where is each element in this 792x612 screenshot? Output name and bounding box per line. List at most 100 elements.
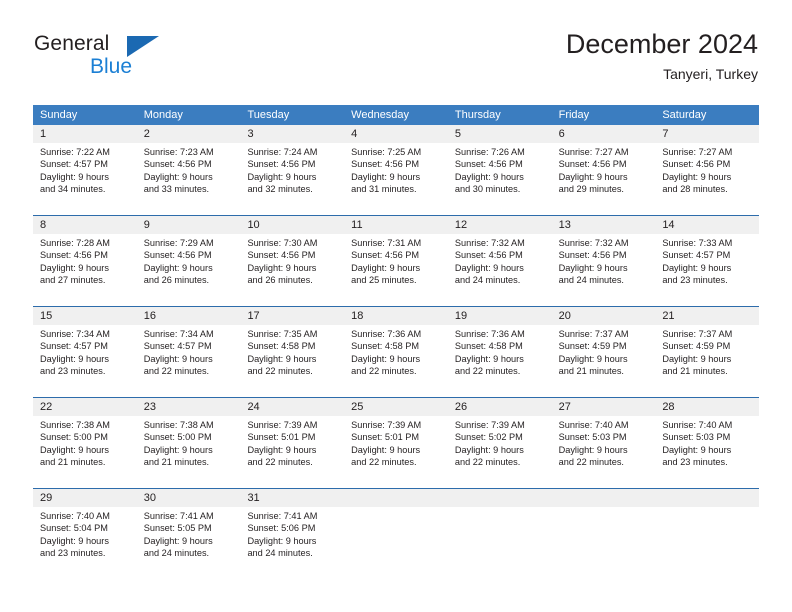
day-info: Sunrise: 7:24 AM Sunset: 4:56 PM Dayligh… xyxy=(240,143,344,196)
daylight-text-line2: and 24 minutes. xyxy=(143,548,210,559)
day-number: 28 xyxy=(655,398,760,416)
sunset-text: Sunset: 5:02 PM xyxy=(454,432,523,443)
sunset-text: Sunset: 5:00 PM xyxy=(143,432,212,443)
daylight-text-line1: Daylight: 9 hours xyxy=(247,353,317,364)
day-cell-empty xyxy=(551,489,656,579)
general-blue-logo[interactable]: General Blue xyxy=(34,32,214,80)
sunrise-text: Sunrise: 7:24 AM xyxy=(247,147,318,157)
daylight-text-line2: and 31 minutes. xyxy=(351,184,417,195)
sunrise-text: Sunrise: 7:40 AM xyxy=(558,420,629,430)
sunset-text: Sunset: 5:03 PM xyxy=(662,432,731,443)
daylight-text-line1: Daylight: 9 hours xyxy=(40,444,109,455)
daylight-text-line2: and 22 minutes. xyxy=(247,366,313,377)
daylight-text-line1: Daylight: 9 hours xyxy=(143,535,213,546)
day-cell[interactable]: 1 Sunrise: 7:22 AM Sunset: 4:57 PM Dayli… xyxy=(33,125,137,215)
sunrise-text: Sunrise: 7:27 AM xyxy=(558,147,629,157)
daylight-text-line1: Daylight: 9 hours xyxy=(351,444,421,455)
day-number: 6 xyxy=(551,125,656,143)
day-cell[interactable]: 7 Sunrise: 7:27 AM Sunset: 4:56 PM Dayli… xyxy=(655,125,760,215)
day-cell[interactable]: 22 Sunrise: 7:38 AM Sunset: 5:00 PM Dayl… xyxy=(33,398,137,488)
day-cell[interactable]: 19 Sunrise: 7:36 AM Sunset: 4:58 PM Dayl… xyxy=(447,307,552,397)
week-row: 29 Sunrise: 7:40 AM Sunset: 5:04 PM Dayl… xyxy=(33,488,760,579)
day-number: 24 xyxy=(240,398,345,416)
day-cell[interactable]: 2 Sunrise: 7:23 AM Sunset: 4:56 PM Dayli… xyxy=(136,125,241,215)
daylight-text-line2: and 23 minutes. xyxy=(662,457,728,468)
day-cell[interactable]: 28 Sunrise: 7:40 AM Sunset: 5:03 PM Dayl… xyxy=(655,398,760,488)
day-number xyxy=(655,489,760,507)
day-info: Sunrise: 7:26 AM Sunset: 4:56 PM Dayligh… xyxy=(448,143,552,196)
day-cell[interactable]: 11 Sunrise: 7:31 AM Sunset: 4:56 PM Dayl… xyxy=(344,216,448,306)
day-cell[interactable]: 26 Sunrise: 7:39 AM Sunset: 5:02 PM Dayl… xyxy=(447,398,552,488)
day-cell[interactable]: 17 Sunrise: 7:35 AM Sunset: 4:58 PM Dayl… xyxy=(240,307,345,397)
sunrise-text: Sunrise: 7:32 AM xyxy=(558,238,629,248)
day-cell[interactable]: 3 Sunrise: 7:24 AM Sunset: 4:56 PM Dayli… xyxy=(240,125,345,215)
daylight-text-line2: and 22 minutes. xyxy=(454,366,521,377)
day-info: Sunrise: 7:41 AM Sunset: 5:05 PM Dayligh… xyxy=(137,507,241,560)
day-cell[interactable]: 6 Sunrise: 7:27 AM Sunset: 4:56 PM Dayli… xyxy=(551,125,656,215)
daylight-text-line1: Daylight: 9 hours xyxy=(351,262,421,273)
daylight-text-line1: Daylight: 9 hours xyxy=(454,262,524,273)
day-cell[interactable]: 30 Sunrise: 7:41 AM Sunset: 5:05 PM Dayl… xyxy=(136,489,241,579)
day-cell[interactable]: 18 Sunrise: 7:36 AM Sunset: 4:58 PM Dayl… xyxy=(344,307,448,397)
day-cell[interactable]: 12 Sunrise: 7:32 AM Sunset: 4:56 PM Dayl… xyxy=(447,216,552,306)
day-info: Sunrise: 7:37 AM Sunset: 4:59 PM Dayligh… xyxy=(552,325,656,378)
weekday-tuesday: Tuesday xyxy=(247,109,290,121)
day-cell[interactable]: 25 Sunrise: 7:39 AM Sunset: 5:01 PM Dayl… xyxy=(344,398,448,488)
daylight-text-line2: and 21 minutes. xyxy=(662,366,728,377)
day-number: 13 xyxy=(551,216,656,234)
day-cell[interactable]: 5 Sunrise: 7:26 AM Sunset: 4:56 PM Dayli… xyxy=(447,125,552,215)
daylight-text-line1: Daylight: 9 hours xyxy=(351,353,421,364)
day-number: 25 xyxy=(344,398,448,416)
day-cell[interactable]: 13 Sunrise: 7:32 AM Sunset: 4:56 PM Dayl… xyxy=(551,216,656,306)
sunrise-text: Sunrise: 7:38 AM xyxy=(40,420,110,430)
title-block: December 2024 Tanyeri, Turkey xyxy=(566,28,758,84)
day-cell[interactable]: 31 Sunrise: 7:41 AM Sunset: 5:06 PM Dayl… xyxy=(240,489,345,579)
weekday-header-row: Sunday Monday Tuesday Wednesday Thursday… xyxy=(33,105,759,125)
day-number: 30 xyxy=(136,489,241,507)
sunrise-text: Sunrise: 7:39 AM xyxy=(247,420,318,430)
weekday-thursday: Thursday xyxy=(454,109,501,121)
daylight-text-line2: and 26 minutes. xyxy=(247,275,313,286)
sunset-text: Sunset: 4:58 PM xyxy=(454,341,523,352)
day-cell[interactable]: 24 Sunrise: 7:39 AM Sunset: 5:01 PM Dayl… xyxy=(240,398,345,488)
day-info: Sunrise: 7:28 AM Sunset: 4:56 PM Dayligh… xyxy=(33,234,137,287)
daylight-text-line2: and 34 minutes. xyxy=(40,184,106,195)
day-cell[interactable]: 16 Sunrise: 7:34 AM Sunset: 4:57 PM Dayl… xyxy=(136,307,241,397)
day-number: 15 xyxy=(33,307,137,325)
daylight-text-line1: Daylight: 9 hours xyxy=(247,444,317,455)
calendar-grid: Sunday Monday Tuesday Wednesday Thursday… xyxy=(33,105,760,579)
day-cell[interactable]: 27 Sunrise: 7:40 AM Sunset: 5:03 PM Dayl… xyxy=(551,398,656,488)
day-cell[interactable]: 14 Sunrise: 7:33 AM Sunset: 4:57 PM Dayl… xyxy=(655,216,760,306)
week-row: 22 Sunrise: 7:38 AM Sunset: 5:00 PM Dayl… xyxy=(33,397,760,488)
sunset-text: Sunset: 5:00 PM xyxy=(40,432,108,443)
daylight-text-line2: and 24 minutes. xyxy=(247,548,313,559)
day-cell[interactable]: 29 Sunrise: 7:40 AM Sunset: 5:04 PM Dayl… xyxy=(33,489,137,579)
sunrise-text: Sunrise: 7:30 AM xyxy=(247,238,318,248)
day-cell[interactable]: 9 Sunrise: 7:29 AM Sunset: 4:56 PM Dayli… xyxy=(136,216,241,306)
day-info: Sunrise: 7:39 AM Sunset: 5:01 PM Dayligh… xyxy=(344,416,448,469)
day-info: Sunrise: 7:32 AM Sunset: 4:56 PM Dayligh… xyxy=(552,234,656,287)
day-number: 8 xyxy=(33,216,137,234)
sunrise-text: Sunrise: 7:37 AM xyxy=(662,329,733,339)
sunrise-text: Sunrise: 7:41 AM xyxy=(143,511,214,521)
day-cell[interactable]: 4 Sunrise: 7:25 AM Sunset: 4:56 PM Dayli… xyxy=(344,125,448,215)
daylight-text-line2: and 24 minutes. xyxy=(454,275,521,286)
day-number: 14 xyxy=(655,216,760,234)
daylight-text-line1: Daylight: 9 hours xyxy=(454,353,524,364)
daylight-text-line2: and 21 minutes. xyxy=(143,457,210,468)
sunset-text: Sunset: 4:58 PM xyxy=(351,341,420,352)
daylight-text-line1: Daylight: 9 hours xyxy=(662,353,732,364)
day-cell[interactable]: 10 Sunrise: 7:30 AM Sunset: 4:56 PM Dayl… xyxy=(240,216,345,306)
sunrise-text: Sunrise: 7:40 AM xyxy=(40,511,110,521)
daylight-text-line2: and 23 minutes. xyxy=(40,548,106,559)
sunrise-text: Sunrise: 7:37 AM xyxy=(558,329,629,339)
day-cell[interactable]: 21 Sunrise: 7:37 AM Sunset: 4:59 PM Dayl… xyxy=(655,307,760,397)
day-cell[interactable]: 20 Sunrise: 7:37 AM Sunset: 4:59 PM Dayl… xyxy=(551,307,656,397)
weekday-saturday: Saturday xyxy=(662,109,707,121)
day-cell[interactable]: 23 Sunrise: 7:38 AM Sunset: 5:00 PM Dayl… xyxy=(136,398,241,488)
weekday-friday: Friday xyxy=(558,109,590,121)
sunset-text: Sunset: 5:01 PM xyxy=(247,432,316,443)
day-cell[interactable]: 8 Sunrise: 7:28 AM Sunset: 4:56 PM Dayli… xyxy=(33,216,137,306)
day-cell[interactable]: 15 Sunrise: 7:34 AM Sunset: 4:57 PM Dayl… xyxy=(33,307,137,397)
daylight-text-line2: and 28 minutes. xyxy=(662,184,728,195)
